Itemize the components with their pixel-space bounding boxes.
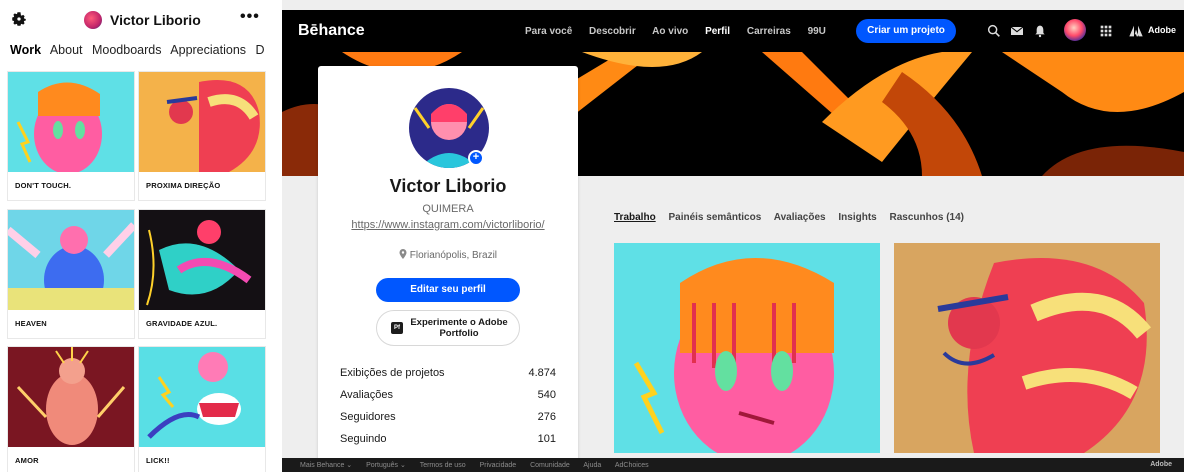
mobile-header: Victor Liborio ••• (0, 0, 274, 40)
try-adobe-portfolio-label: Experimente o Adobe Portfolio (410, 317, 508, 339)
profile-tabs: Trabalho Painéis semânticos Avaliações I… (614, 212, 974, 223)
bell-icon[interactable] (1032, 23, 1048, 39)
project-thumbnail[interactable] (8, 210, 134, 310)
project-thumbnail[interactable] (8, 347, 134, 447)
add-photo-button[interactable]: + (468, 150, 484, 166)
tab-insights[interactable]: Insights (838, 212, 876, 223)
stat-row: Avaliações 540 (340, 386, 556, 408)
avatar[interactable] (1064, 19, 1086, 41)
project-card[interactable]: HEAVEN (8, 210, 134, 338)
footer-more-behance[interactable]: Mais Behance ⌄ (300, 462, 352, 469)
stat-label: Exibições de projetos (340, 367, 445, 379)
search-icon[interactable] (986, 23, 1002, 39)
tab-appreciations[interactable]: Appreciations (170, 43, 246, 57)
stat-value: 540 (537, 389, 556, 401)
footer-help[interactable]: Ajuda (583, 462, 601, 469)
footer-adobe[interactable]: Adobe (1150, 461, 1172, 468)
page-footer: Mais Behance ⌄ Português ⌄ Termos de uso… (282, 458, 1184, 472)
avatar[interactable] (84, 11, 102, 29)
project-thumbnail[interactable] (139, 347, 265, 447)
stat-row[interactable]: Seguidores 276 (340, 408, 556, 430)
footer-terms[interactable]: Termos de uso (420, 462, 466, 469)
nav-link-discover[interactable]: Descobrir (589, 26, 636, 37)
project-title: LICK!! (146, 456, 170, 465)
project-thumbnail[interactable] (139, 72, 265, 172)
profile-name: Victor Liborio (389, 176, 507, 196)
project-card[interactable]: AMOR (8, 347, 134, 472)
create-project-button[interactable]: Criar um projeto (856, 19, 956, 43)
mobile-profile-tabs: Work About Moodboards Appreciations D (10, 43, 271, 57)
tab-appreciations[interactable]: Avaliações (774, 212, 826, 223)
tab-work[interactable]: Trabalho (614, 212, 656, 223)
stat-label: Avaliações (340, 389, 393, 401)
profile-location: Florianópolis, Brazil (318, 249, 578, 261)
gear-icon[interactable] (10, 10, 28, 28)
stat-value: 276 (537, 411, 556, 423)
profile-card: + Victor Liborio QUIMERA https://www.ins… (318, 66, 578, 472)
tab-drafts[interactable]: D (256, 43, 265, 57)
project-card[interactable]: LICK!! (139, 347, 265, 472)
tab-about[interactable]: About (50, 43, 83, 57)
project-thumbnail[interactable] (8, 72, 134, 172)
project-card[interactable]: GRAVIDADE AZUL. (139, 210, 265, 338)
profile-company: QUIMERA (422, 203, 474, 215)
footer-links: Mais Behance ⌄ Português ⌄ Termos de uso… (300, 461, 661, 469)
project-thumbnail[interactable] (894, 243, 1160, 453)
more-options-icon[interactable]: ••• (240, 8, 260, 26)
profile-stats: Exibições de projetos 4.874 Avaliações 5… (340, 364, 556, 452)
adobe-portfolio-icon: Pf (391, 322, 403, 334)
project-title: HEAVEN (15, 319, 47, 328)
stat-label: Seguidores (340, 411, 396, 423)
footer-privacy[interactable]: Privacidade (480, 462, 517, 469)
mobile-profile-panel: Victor Liborio ••• Work About Moodboards… (0, 0, 274, 472)
stat-row: Exibições de projetos 4.874 (340, 364, 556, 386)
top-navigation-bar: Bēhance Para você Descobrir Ao vivo Perf… (282, 10, 1184, 52)
footer-adchoices[interactable]: AdChoices (615, 462, 649, 469)
stat-row[interactable]: Seguindo 101 (340, 430, 556, 452)
profile-website-link[interactable]: https://www.instagram.com/victorliborio/ (318, 219, 578, 231)
project-title: AMOR (15, 456, 39, 465)
project-title: GRAVIDADE AZUL. (146, 319, 218, 328)
project-thumbnail[interactable] (139, 210, 265, 310)
tab-moodboards[interactable]: Painéis semânticos (668, 212, 761, 223)
footer-community[interactable]: Comunidade (530, 462, 570, 469)
profile-location-text: Florianópolis, Brazil (409, 250, 498, 261)
project-title: DON'T TOUCH. (15, 181, 72, 190)
tab-moodboards[interactable]: Moodboards (92, 43, 162, 57)
mobile-profile-name: Victor Liborio (110, 12, 201, 28)
nav-link-careers[interactable]: Carreiras (747, 26, 791, 37)
project-thumbnail[interactable] (614, 243, 880, 453)
nav-link-99u[interactable]: 99U (808, 26, 826, 37)
desktop-profile-page: Bēhance Para você Descobrir Ao vivo Perf… (282, 0, 1184, 472)
tab-drafts[interactable]: Rascunhos (14) (890, 212, 964, 223)
try-adobe-portfolio-button[interactable]: Pf Experimente o Adobe Portfolio (376, 310, 520, 346)
stat-label: Seguindo (340, 433, 387, 445)
footer-language[interactable]: Português ⌄ (366, 462, 406, 469)
stat-value: 101 (537, 433, 556, 445)
nav-link-profile[interactable]: Perfil (705, 26, 730, 37)
grid-icon[interactable] (1098, 23, 1114, 39)
stat-value: 4.874 (528, 367, 556, 379)
edit-profile-button[interactable]: Editar seu perfil (376, 278, 520, 302)
nav-link-for-you[interactable]: Para você (525, 26, 572, 37)
tab-work[interactable]: Work (10, 43, 41, 57)
adobe-logo-icon[interactable] (1128, 23, 1144, 39)
location-pin-icon (399, 249, 407, 259)
behance-logo[interactable]: Bēhance (298, 22, 365, 40)
nav-link-live[interactable]: Ao vivo (652, 26, 688, 37)
nav-links: Para você Descobrir Ao vivo Perfil Carre… (525, 26, 840, 37)
project-card[interactable]: PROXIMA DIREÇÃO (139, 72, 265, 200)
adobe-label[interactable]: Adobe (1148, 25, 1176, 35)
mail-icon[interactable] (1009, 23, 1025, 39)
project-title: PROXIMA DIREÇÃO (146, 181, 221, 190)
project-card[interactable]: DON'T TOUCH. (8, 72, 134, 200)
